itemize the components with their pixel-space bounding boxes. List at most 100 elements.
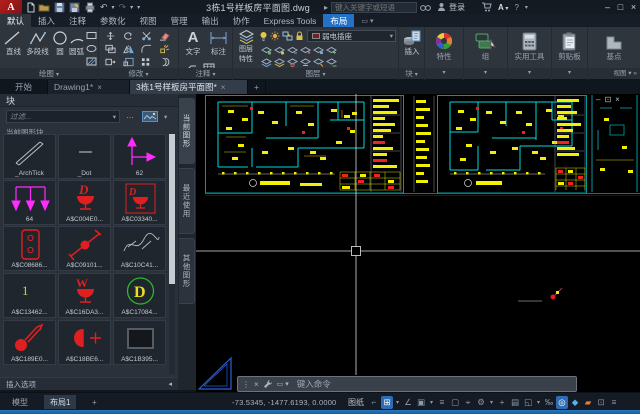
block-item[interactable]: 62	[113, 134, 166, 179]
viewport-restore-icon[interactable]: ⊡	[604, 95, 615, 104]
new-drawing-tab-button[interactable]: +	[248, 80, 266, 94]
block-item[interactable]: _Dot	[58, 134, 111, 179]
insert-block-tool[interactable]: 插入	[401, 29, 423, 57]
minimize-button[interactable]: –	[601, 2, 614, 12]
isodraft-icon[interactable]: ⌐	[368, 396, 380, 409]
block-item[interactable]: D A$C17084...	[113, 273, 166, 318]
ribbon-tab-default[interactable]: 默认	[0, 14, 31, 27]
layer-properties-tool[interactable]: 图层特性	[236, 29, 256, 64]
ribbon-tab-output[interactable]: 输出	[195, 14, 226, 27]
graphics-performance-icon[interactable]: ◆	[569, 396, 581, 409]
fullscreen-icon[interactable]: ⊡	[595, 396, 607, 409]
panel-clipboard[interactable]: 剪贴板 ▾	[552, 27, 588, 80]
close-icon[interactable]: ×	[221, 83, 226, 92]
circle-tool[interactable]: 圆	[52, 30, 68, 57]
copy-tool-icon[interactable]	[105, 44, 116, 54]
plot-icon[interactable]	[84, 2, 96, 13]
new-file-icon[interactable]	[26, 2, 36, 13]
block-item[interactable]: 64	[3, 180, 56, 225]
layer-tool-6-icon[interactable]	[326, 46, 337, 55]
layout1-tab[interactable]: 布局1	[44, 395, 76, 409]
autodesk-app-icon[interactable]: A ▾	[498, 3, 508, 12]
palette-filter-input[interactable]: 过滤...▾	[6, 110, 120, 123]
block-item[interactable]: A$C10C41...	[113, 226, 166, 271]
annotation-monitor-icon[interactable]: +	[496, 396, 508, 409]
offset-tool-icon[interactable]	[159, 57, 170, 67]
side-tab-other-drawing[interactable]: 其他图形	[179, 238, 195, 304]
file-tab-start[interactable]: 开始	[0, 80, 48, 94]
panel-label-block[interactable]: 块 ▾	[399, 68, 424, 79]
layer-tool-3-icon[interactable]	[287, 46, 298, 55]
panel-caret[interactable]: ▾	[425, 68, 463, 79]
rectangle-tool-icon[interactable]	[86, 31, 97, 40]
palette-image-caret-icon[interactable]: ▾	[162, 113, 167, 121]
layer-tool-1-icon[interactable]	[261, 46, 272, 55]
rotate-tool-icon[interactable]	[123, 31, 134, 41]
insert-options-bar[interactable]: 插入选项◂	[0, 377, 178, 390]
block-item[interactable]: A$C1B395...	[113, 320, 166, 365]
signin-person-icon[interactable]	[437, 2, 446, 12]
help-flyout-icon[interactable]: ▾	[525, 4, 528, 11]
block-item[interactable]: _ArchTick	[3, 134, 56, 179]
ribbon-tab-collaborate[interactable]: 协作	[226, 14, 257, 27]
object-snap-flyout-icon[interactable]: ▾	[428, 396, 435, 409]
signin-label[interactable]: 登录	[449, 2, 465, 13]
arc-tool[interactable]: 圆弧	[68, 30, 85, 57]
polar-tracking-icon[interactable]: ∠	[402, 396, 414, 409]
clean-screen-icon[interactable]: ▰	[582, 396, 594, 409]
customize-icon[interactable]: ≡	[608, 396, 620, 409]
block-item[interactable]: A$C08686...	[3, 226, 56, 271]
layer-tool-9-icon[interactable]	[287, 58, 298, 67]
snap-icon[interactable]: ⊞	[381, 396, 393, 409]
polyline-tool[interactable]: 多段线	[25, 30, 50, 57]
ribbon-tab-express-tools[interactable]: Express Tools	[257, 14, 324, 27]
text-tool[interactable]: A 文字	[183, 29, 203, 57]
panel-label-modify[interactable]: 修改 ▾	[99, 68, 178, 79]
ribbon-tab-insert[interactable]: 插入	[31, 14, 62, 27]
qat-customize-icon[interactable]: ▾	[137, 4, 140, 11]
redo-icon[interactable]: ↷	[119, 2, 127, 13]
workspace-icon[interactable]: ‰	[543, 396, 555, 409]
panel-caret[interactable]: ▾	[552, 68, 587, 79]
mirror-tool-icon[interactable]	[123, 44, 134, 54]
palette-scrollbar-thumb[interactable]	[169, 134, 175, 284]
panel-basepoint[interactable]: 基点 视图 ▾ »	[588, 27, 640, 80]
new-layout-button[interactable]: +	[86, 395, 103, 409]
ribbon-tab-parametric[interactable]: 参数化	[93, 14, 133, 27]
close-button[interactable]: ×	[627, 2, 640, 12]
panel-label-layers[interactable]: 图层 ▾	[233, 68, 398, 79]
panel-caret-view[interactable]: 视图 ▾ »	[588, 68, 640, 79]
model-tab[interactable]: 模型	[6, 395, 34, 409]
collapse-icon[interactable]: ◂	[168, 380, 172, 388]
layer-tool-5-icon[interactable]	[313, 46, 324, 55]
gear-icon[interactable]: ⚙	[475, 396, 487, 409]
selection-cycling-icon[interactable]: ▢	[449, 396, 461, 409]
ribbon-tab-manage[interactable]: 管理	[164, 14, 195, 27]
save-as-icon[interactable]	[69, 2, 80, 13]
isolate-objects-icon[interactable]: ◎	[556, 396, 568, 409]
dimension-tool[interactable]: 标注	[207, 29, 230, 57]
line-tool[interactable]: 直线	[3, 30, 24, 57]
panel-groups[interactable]: 组 ▾	[464, 27, 508, 80]
recent-commands-icon[interactable]: ▭ ▾	[277, 380, 289, 388]
help-icon[interactable]: ?	[514, 3, 518, 12]
commandline-grip-icon[interactable]: ⋮	[242, 380, 250, 389]
palette-titlebar[interactable]: 块	[0, 94, 178, 107]
redo-flyout-icon[interactable]: ▾	[130, 4, 133, 11]
viewport-close-icon[interactable]: ×	[615, 95, 624, 104]
palette-ellipsis-button[interactable]: …	[126, 111, 134, 120]
dynamic-input-icon[interactable]: ⌖	[462, 396, 474, 409]
palette-image-button[interactable]	[142, 111, 158, 122]
trim-tool-icon[interactable]	[141, 31, 152, 41]
ribbon-tab-layout[interactable]: 布局	[323, 14, 354, 27]
layer-tool-4-icon[interactable]	[300, 46, 311, 55]
fillet-tool-icon[interactable]	[141, 44, 152, 54]
layer-dropdown[interactable]: 弱电插座 ▾	[307, 30, 396, 42]
hatch-tool-icon[interactable]	[86, 57, 97, 66]
lineweight-icon[interactable]: ≡	[436, 396, 448, 409]
command-line[interactable]: ⋮ × ▭ ▾ 键入命令	[237, 376, 577, 392]
commandline-close-icon[interactable]: ×	[254, 380, 259, 389]
panel-properties[interactable]: 特性 ▾	[425, 27, 464, 80]
filter-caret-icon[interactable]: ▾	[111, 113, 116, 121]
side-tab-recent[interactable]: 最近使用	[179, 168, 195, 234]
